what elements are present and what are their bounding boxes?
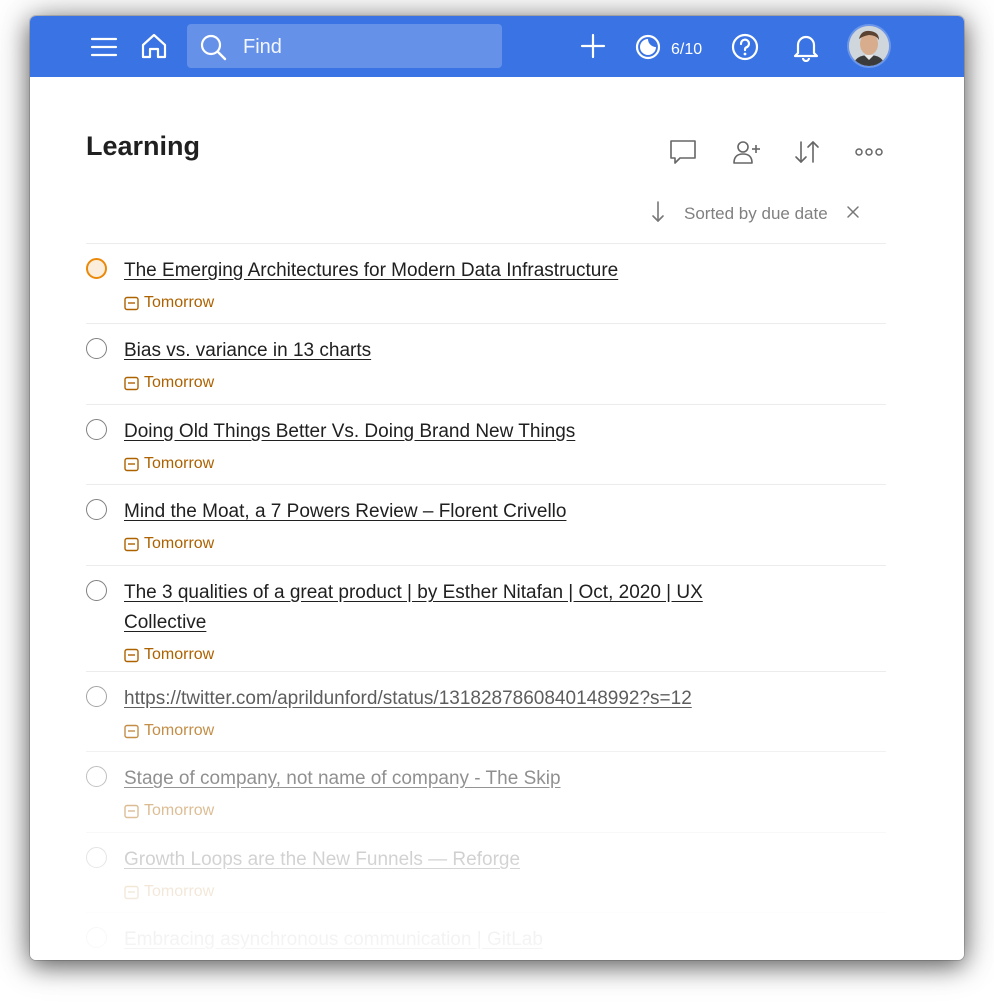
search-icon xyxy=(199,33,227,66)
add-person-icon xyxy=(733,141,760,164)
more-button[interactable] xyxy=(853,136,885,168)
task-divider xyxy=(86,912,886,913)
menu-icon[interactable] xyxy=(88,32,120,62)
task-title[interactable]: Mind the Moat, a 7 Powers Review – Flore… xyxy=(124,497,774,527)
productivity-count: 6/10 xyxy=(671,40,703,58)
task-due-date[interactable]: Tomorrow xyxy=(124,374,214,392)
task-divider xyxy=(86,404,886,405)
comments-button[interactable] xyxy=(667,136,699,168)
task-checkbox[interactable] xyxy=(86,927,107,948)
top-bar: Find 6/10 xyxy=(30,16,964,77)
task-due-date[interactable]: Tomorrow xyxy=(124,535,214,553)
calendar-icon xyxy=(124,296,139,310)
bell-icon[interactable] xyxy=(791,31,821,63)
task-title[interactable]: Bias vs. variance in 13 charts xyxy=(124,336,774,366)
calendar-icon xyxy=(124,804,139,818)
task-due-date[interactable]: Tomorrow xyxy=(124,722,214,740)
task-checkbox[interactable] xyxy=(86,686,107,707)
home-icon[interactable] xyxy=(138,30,170,62)
due-date-label: Tomorrow xyxy=(144,883,215,900)
due-date-label: Tomorrow xyxy=(144,535,215,552)
search-input[interactable]: Find xyxy=(187,24,502,68)
task-divider xyxy=(86,671,886,672)
due-date-label: Tomorrow xyxy=(144,646,215,663)
task-checkbox[interactable] xyxy=(86,338,107,359)
calendar-icon xyxy=(124,457,139,471)
due-date-label: Tomorrow xyxy=(144,374,215,391)
calendar-icon xyxy=(124,537,139,551)
task-divider xyxy=(86,323,886,324)
calendar-icon xyxy=(124,724,139,738)
task-title[interactable]: Embracing asynchronous communication | G… xyxy=(124,925,774,955)
calendar-icon xyxy=(124,885,139,899)
search-placeholder: Find xyxy=(243,36,282,58)
task-checkbox[interactable] xyxy=(86,419,107,440)
task-due-date[interactable]: Tomorrow xyxy=(124,646,214,664)
share-button[interactable] xyxy=(731,136,763,168)
task-checkbox[interactable] xyxy=(86,258,107,279)
task-due-date[interactable]: Tomorrow xyxy=(124,802,214,820)
sort-label: Sorted by due date xyxy=(684,204,828,223)
task-due-date[interactable]: Tomorrow xyxy=(124,883,214,901)
task-title[interactable]: The Emerging Architectures for Modern Da… xyxy=(124,256,774,286)
calendar-icon xyxy=(124,648,139,662)
task-divider xyxy=(86,484,886,485)
due-date-label: Tomorrow xyxy=(144,455,215,472)
page-title: Learning xyxy=(86,131,201,161)
add-task-icon[interactable] xyxy=(578,31,608,61)
sort-indicator: Sorted by due date xyxy=(650,200,860,228)
sort-button[interactable] xyxy=(791,136,823,168)
close-icon[interactable] xyxy=(846,205,860,224)
calendar-icon xyxy=(124,376,139,390)
sort-icon xyxy=(795,141,819,163)
task-title[interactable]: The 3 qualities of a great product | by … xyxy=(124,578,774,638)
due-date-label: Tomorrow xyxy=(144,722,215,739)
task-title[interactable]: https://twitter.com/aprildunford/status/… xyxy=(124,684,774,714)
due-date-label: Tomorrow xyxy=(144,802,215,819)
avatar[interactable] xyxy=(849,26,889,66)
app-window: Find 6/10 Learning Sorted by due date Th… xyxy=(30,16,964,960)
task-title[interactable]: Growth Loops are the New Funnels — Refor… xyxy=(124,845,774,875)
due-date-label: Tomorrow xyxy=(144,294,215,311)
more-icon xyxy=(855,148,883,156)
task-checkbox[interactable] xyxy=(86,847,107,868)
task-title[interactable]: Doing Old Things Better Vs. Doing Brand … xyxy=(124,417,774,447)
task-checkbox[interactable] xyxy=(86,499,107,520)
task-checkbox[interactable] xyxy=(86,580,107,601)
task-divider xyxy=(86,751,886,752)
task-due-date[interactable]: Tomorrow xyxy=(124,294,214,312)
productivity-icon xyxy=(635,34,661,65)
arrow-down-icon[interactable] xyxy=(650,200,666,229)
comment-icon xyxy=(670,140,696,164)
help-icon[interactable] xyxy=(730,32,760,62)
task-title[interactable]: Stage of company, not name of company - … xyxy=(124,764,774,794)
task-due-date[interactable]: Tomorrow xyxy=(124,455,214,473)
task-divider xyxy=(86,565,886,566)
productivity-button[interactable]: 6/10 xyxy=(635,34,702,65)
divider xyxy=(86,243,886,244)
task-divider xyxy=(86,832,886,833)
task-checkbox[interactable] xyxy=(86,766,107,787)
